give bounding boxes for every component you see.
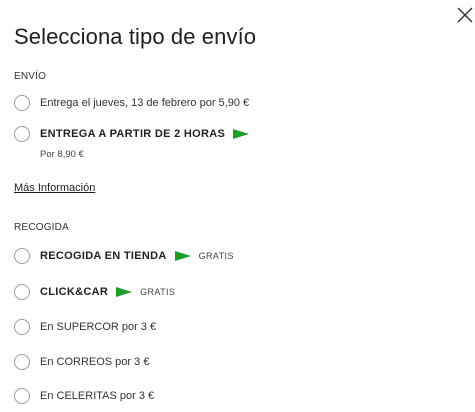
radio-button[interactable]	[14, 284, 30, 300]
option-label: En CORREOS por 3 €	[40, 356, 150, 368]
option-correos[interactable]: En CORREOS por 3 €	[14, 354, 149, 370]
more-info-link[interactable]: Más Información	[14, 182, 95, 194]
radio-button[interactable]	[14, 388, 30, 404]
option-delivery-thursday[interactable]: Entrega el jueves, 13 de febrero por 5,9…	[14, 95, 249, 111]
option-sub-price: Por 8,90 €	[40, 149, 84, 160]
close-icon	[457, 7, 473, 23]
radio-button[interactable]	[14, 126, 30, 142]
option-label: CLICK&CAR	[40, 286, 109, 298]
option-celeritas[interactable]: En CELERITAS por 3 €	[14, 388, 154, 404]
modal-title: Selecciona tipo de envío	[14, 24, 257, 49]
radio-button[interactable]	[14, 248, 30, 264]
option-click-and-car[interactable]: CLICK&CAR GRATIS	[14, 284, 175, 300]
radio-button[interactable]	[14, 354, 30, 370]
option-delivery-2-hours[interactable]: ENTREGA A PARTIR DE 2 HORAS	[14, 126, 250, 142]
option-label: En CELERITAS por 3 €	[40, 390, 155, 402]
option-label: En SUPERCOR por 3 €	[40, 321, 157, 333]
free-badge: GRATIS	[198, 251, 234, 261]
option-supercor[interactable]: En SUPERCOR por 3 €	[14, 319, 156, 335]
radio-button[interactable]	[14, 95, 30, 111]
section-label-recogida: RECOGIDA	[14, 222, 69, 233]
green-flag-icon	[174, 251, 191, 261]
option-pickup-store[interactable]: RECOGIDA EN TIENDA GRATIS	[14, 248, 234, 264]
option-label: RECOGIDA EN TIENDA	[40, 250, 167, 262]
radio-button[interactable]	[14, 319, 30, 335]
option-label: Entrega el jueves, 13 de febrero por 5,9…	[40, 97, 250, 109]
green-flag-icon	[233, 129, 250, 139]
free-badge: GRATIS	[140, 287, 176, 297]
green-flag-icon	[116, 287, 133, 297]
section-label-envio: ENVÍO	[14, 71, 47, 82]
close-button[interactable]	[456, 6, 474, 24]
option-label: ENTREGA A PARTIR DE 2 HORAS	[40, 128, 226, 140]
